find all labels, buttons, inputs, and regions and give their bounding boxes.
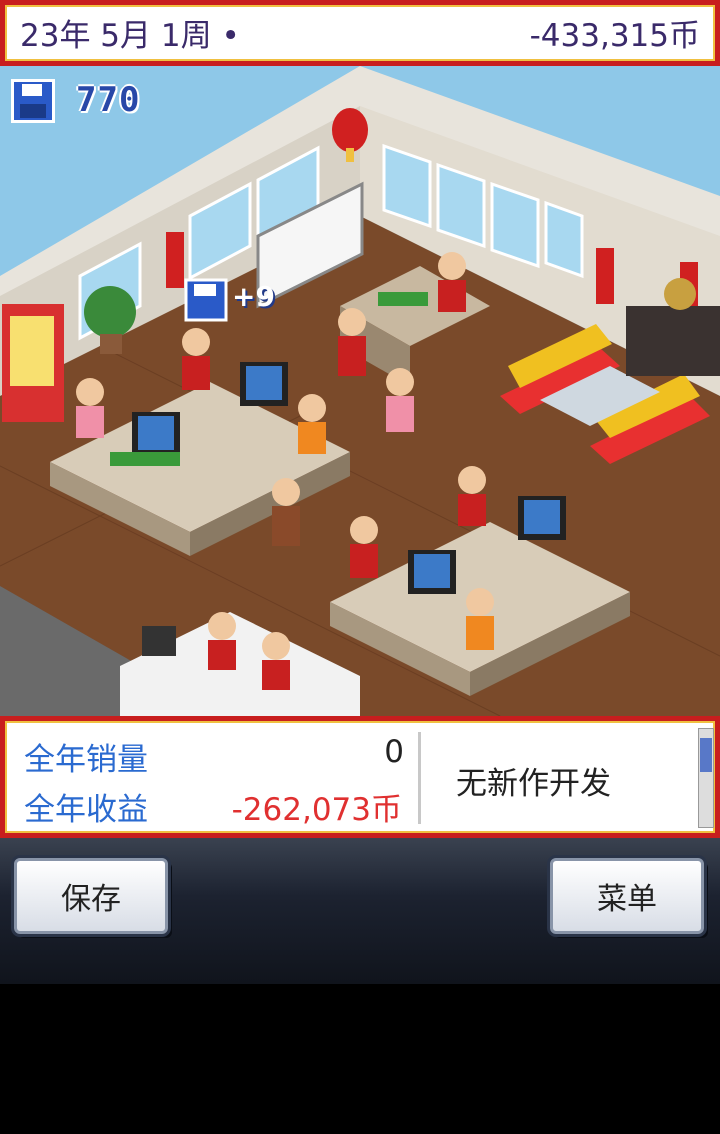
save-button[interactable]: 保存 [14,858,168,934]
disk-gain-popup: +9 [232,280,275,313]
money-display: -433,315币 [529,18,700,54]
stats-divider [418,732,421,824]
development-status[interactable]: 无新作开发 [456,758,611,803]
office-scene[interactable] [0,66,720,716]
date-display: 23年 5月 1周 • [20,18,240,54]
annual-revenue-value: -262,073币 [231,792,402,828]
annual-revenue-label: 全年收益 [24,792,148,828]
floppy-disk-icon [10,78,56,124]
annual-sales-value: 0 [384,734,404,770]
annual-sales-label: 全年销量 [24,742,148,778]
scrollbar-thumb[interactable] [700,738,712,772]
menu-button[interactable]: 菜单 [550,858,704,934]
disk-count: 770 [76,80,141,120]
